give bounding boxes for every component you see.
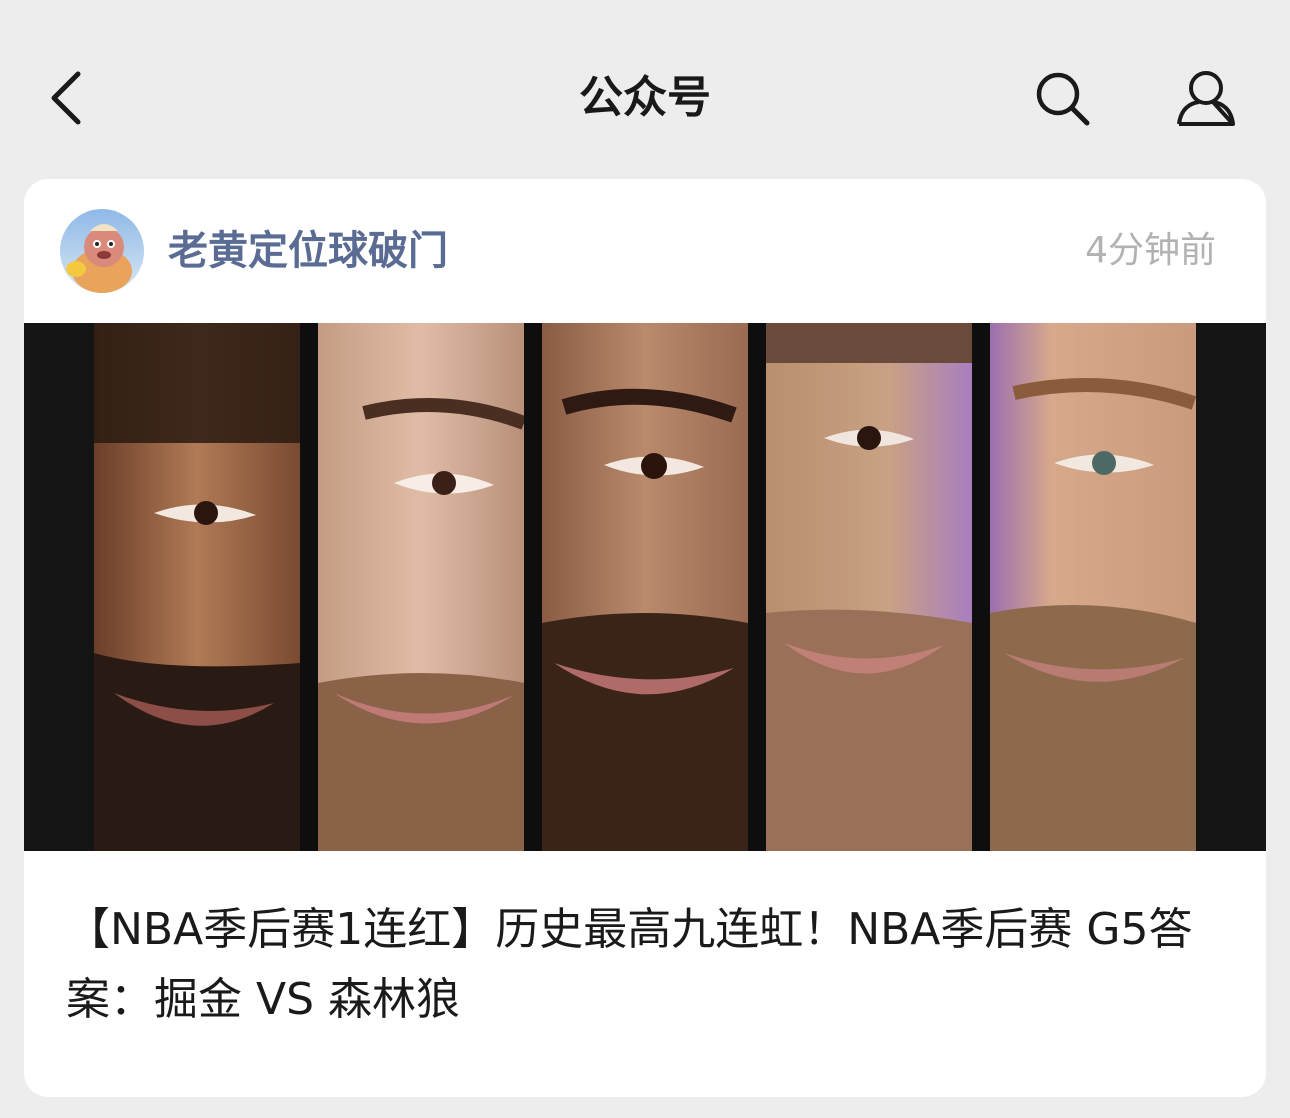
person-icon	[1177, 71, 1235, 126]
profile-button[interactable]	[1168, 62, 1244, 134]
search-button[interactable]	[1028, 64, 1096, 132]
account-avatar[interactable]	[60, 209, 144, 293]
card-header: 老黄定位球破门 4分钟前	[24, 179, 1266, 323]
face-strip-2	[318, 323, 527, 851]
face-strip-3	[542, 323, 748, 851]
search-icon	[1036, 72, 1090, 126]
article-card[interactable]: 老黄定位球破门 4分钟前 【NBA季后赛1连红】历史最高九连虹！NBA季后赛 G…	[24, 179, 1266, 1097]
face-strip-4	[766, 323, 972, 851]
page-title: 公众号	[579, 72, 711, 123]
account-name[interactable]: 老黄定位球破门	[168, 223, 448, 279]
chevron-left-icon	[51, 71, 81, 125]
top-nav-bar: 公众号	[0, 0, 1290, 180]
post-time: 4分钟前	[1085, 230, 1216, 271]
back-button[interactable]	[36, 62, 96, 134]
cover-image	[24, 323, 1266, 851]
face-strip-5	[990, 323, 1197, 851]
face-strip-1	[94, 323, 300, 851]
article-cover-image[interactable]	[24, 323, 1266, 851]
article-title[interactable]: 【NBA季后赛1连红】历史最高九连虹！NBA季后赛 G5答案：掘金 VS 森林狼	[66, 895, 1226, 1035]
avatar-image	[60, 209, 144, 293]
